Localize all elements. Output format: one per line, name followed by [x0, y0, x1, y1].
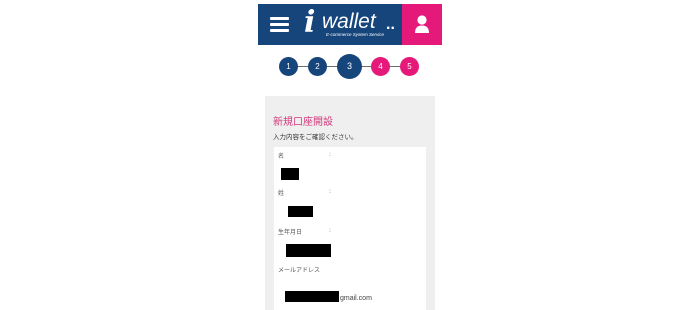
user-icon [415, 15, 429, 33]
step-3-current: 3 [337, 54, 362, 79]
confirmation-panel: 新規口座開設 入力内容をご確認ください。 名 : 姓 : 生年月日 : メールア… [265, 96, 435, 310]
redacted-first-name [281, 168, 299, 180]
logo-mark: i [304, 5, 316, 40]
field-label-last-name: 姓 [278, 190, 285, 197]
confirmation-card: 名 : 姓 : 生年月日 : メールアドレス gmail.com [274, 147, 426, 310]
hamburger-icon-bar [270, 23, 289, 26]
step-1: 1 [279, 57, 298, 76]
field-label-birthdate: 生年月日 [278, 229, 303, 236]
redacted-birthdate [286, 244, 331, 257]
step-4: 4 [371, 57, 390, 76]
field-colon: : [329, 188, 332, 195]
progress-stepper: 1 2 3 4 5 [258, 54, 442, 82]
user-account-button[interactable] [402, 4, 442, 45]
mobile-screen: i wallet .. E-commerce System Service 1 … [258, 4, 442, 310]
page-title: 新規口座開設 [273, 117, 333, 128]
field-colon: : [329, 151, 332, 158]
step-5: 5 [400, 57, 419, 76]
logo-dots: .. [386, 16, 395, 33]
hamburger-menu-button[interactable] [270, 17, 289, 32]
logo-tagline: E-commerce System Service [326, 32, 385, 37]
field-colon: : [329, 227, 332, 234]
redacted-last-name [288, 206, 313, 217]
app-header: i wallet .. E-commerce System Service [258, 4, 442, 45]
email-domain: gmail.com [340, 295, 372, 302]
field-label-email: メールアドレス [278, 267, 321, 274]
confirm-instruction: 入力内容をご確認ください。 [273, 133, 358, 141]
redacted-email-local-part [285, 291, 339, 302]
step-2: 2 [308, 57, 327, 76]
iwallet-logo[interactable]: i wallet .. E-commerce System Service [304, 6, 404, 44]
hamburger-icon-bar [270, 17, 289, 20]
logo-wordmark: wallet [322, 10, 376, 33]
field-label-first-name: 名 [278, 153, 285, 160]
hamburger-icon-bar [270, 29, 289, 32]
